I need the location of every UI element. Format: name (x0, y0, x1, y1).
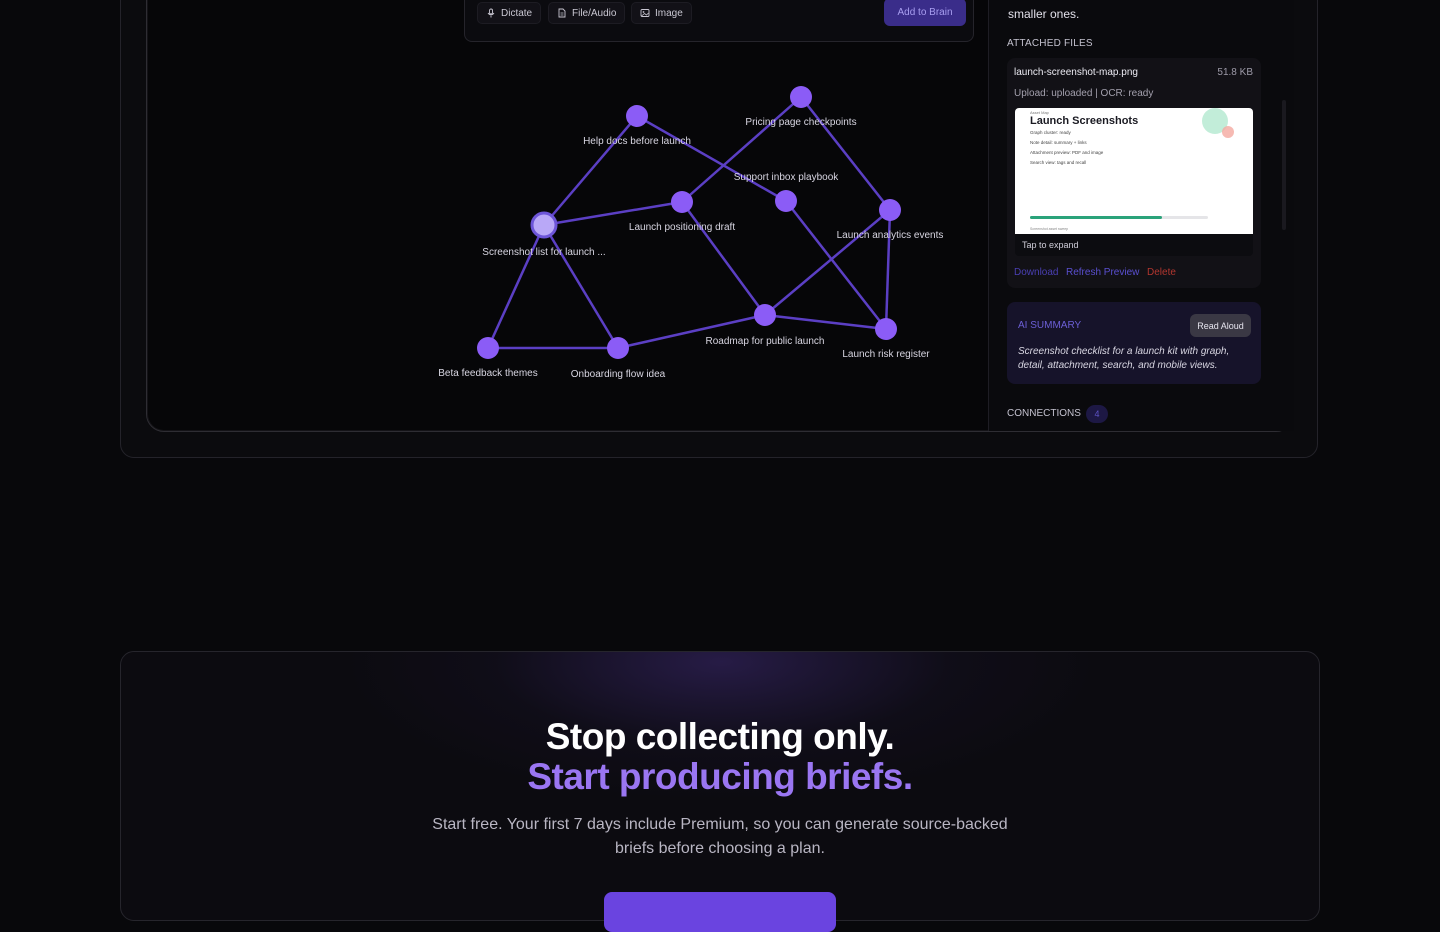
preview-line: Attachment preview: PDF and image (1030, 150, 1104, 155)
preview-line: Graph cluster: ready (1030, 130, 1071, 135)
preview-decoration (1222, 126, 1234, 138)
attachment-name: launch-screenshot-map.png (1014, 67, 1138, 78)
graph-node-label: Roadmap for public launch (706, 336, 825, 347)
connections-count-badge: 4 (1086, 405, 1108, 423)
preview-caption: Screenshot asset sweep (1030, 227, 1069, 231)
cta-headline-accent: Start producing briefs. (527, 756, 913, 797)
ai-summary-label: AI SUMMARY (1018, 320, 1082, 331)
cta-description: Start free. Your first 7 days include Pr… (432, 816, 1008, 857)
graph-edge (681, 96, 802, 203)
note-body-text: smaller ones. (1008, 7, 1080, 21)
delete-link[interactable]: Delete (1147, 267, 1176, 278)
refresh-preview-link[interactable]: Refresh Preview (1066, 267, 1139, 278)
graph-edge (764, 209, 891, 316)
graph-node-dot[interactable] (671, 191, 693, 213)
graph-node-label: Pricing page checkpoints (745, 117, 856, 128)
graph-node-dot[interactable] (477, 337, 499, 359)
graph-edge (785, 200, 887, 330)
attachment-size: 51.8 KB (1217, 67, 1253, 78)
graph-edge (800, 96, 891, 211)
scrollbar[interactable] (1282, 100, 1286, 230)
connections-label: CONNECTIONS (1007, 408, 1081, 419)
graph-edge (542, 224, 620, 349)
knowledge-graph[interactable]: Help docs before launch Pricing page chec… (0, 0, 986, 430)
graph-node[interactable]: Beta feedback themes (438, 337, 538, 379)
graph-edge (543, 115, 638, 226)
graph-node[interactable]: Pricing page checkpoints (745, 86, 857, 128)
graph-node-dot[interactable] (775, 190, 797, 212)
graph-node-dot[interactable] (626, 105, 648, 127)
ai-summary-text: Screenshot checklist for a launch kit wi… (1018, 346, 1230, 371)
attached-files-label: ATTACHED FILES (1007, 38, 1093, 49)
preview-line: Search view: tags and recall (1030, 160, 1087, 165)
graph-node-label: Beta feedback themes (438, 368, 538, 379)
attachment-status: Upload: uploaded | OCR: ready (1014, 88, 1154, 99)
graph-node-label: Onboarding flow idea (571, 369, 666, 380)
graph-node[interactable]: Screenshot list for launch ... (482, 211, 606, 258)
graph-node-dot[interactable] (875, 318, 897, 340)
graph-node-dot[interactable] (879, 199, 901, 221)
cta-headline: Stop collecting only. (545, 716, 895, 757)
graph-node[interactable]: Launch analytics events (837, 199, 944, 241)
graph-node-label: Support inbox playbook (734, 172, 840, 183)
cta-button[interactable] (604, 892, 836, 932)
graph-node-dot[interactable] (754, 304, 776, 326)
preview-title: Launch Screenshots (1030, 115, 1139, 127)
graph-edge (764, 313, 887, 331)
graph-edge (680, 201, 767, 316)
graph-node-label: Help docs before launch (583, 136, 691, 147)
graph-node-dot[interactable] (790, 86, 812, 108)
graph-node[interactable]: Support inbox playbook (734, 172, 840, 212)
graph-node-label: Screenshot list for launch ... (482, 247, 605, 258)
graph-node-dot[interactable] (607, 337, 629, 359)
graph-node-label: Launch risk register (842, 349, 930, 360)
download-link[interactable]: Download (1014, 267, 1058, 278)
graph-node[interactable]: Help docs before launch (583, 105, 691, 147)
graph-node-dot[interactable] (530, 211, 558, 239)
graph-edge (884, 209, 892, 330)
preview-line: Note detail: summary + links (1030, 140, 1087, 145)
graph-edge (486, 224, 546, 349)
preview-progress-bar (1030, 216, 1208, 219)
preview-progress-fill (1030, 216, 1162, 219)
graph-node-label: Launch analytics events (837, 230, 944, 241)
graph-node[interactable]: Launch positioning draft (629, 191, 735, 233)
graph-node[interactable]: Onboarding flow idea (571, 337, 666, 380)
tap-to-expand[interactable]: Tap to expand (1022, 240, 1079, 250)
attachment-preview[interactable]: Asset Map Launch Screenshots Graph clust… (1015, 108, 1253, 234)
graph-nodes: Help docs before launch Pricing page chec… (438, 86, 943, 380)
read-aloud-button[interactable]: Read Aloud (1190, 314, 1251, 337)
graph-node-label: Launch positioning draft (629, 222, 735, 233)
